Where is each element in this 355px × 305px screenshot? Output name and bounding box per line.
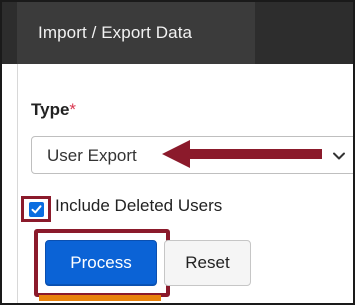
reset-button[interactable]: Reset bbox=[164, 240, 251, 286]
include-deleted-checkbox[interactable] bbox=[28, 201, 44, 217]
checkmark-icon bbox=[31, 204, 41, 213]
type-label-text: Type bbox=[31, 100, 70, 119]
type-field-label: Type* bbox=[31, 100, 76, 120]
checkbox-highlight bbox=[21, 196, 51, 222]
include-deleted-label[interactable]: Include Deleted Users bbox=[55, 196, 222, 216]
process-button[interactable]: Process bbox=[45, 240, 157, 286]
screenshot-frame: Import / Export Data Type* User Export I… bbox=[0, 0, 355, 305]
tab-label: Import / Export Data bbox=[38, 23, 193, 42]
left-arrow-icon bbox=[162, 140, 322, 168]
tab-import-export-data[interactable]: Import / Export Data bbox=[17, 2, 255, 64]
panel-left-border bbox=[17, 64, 18, 303]
header-bar: Import / Export Data bbox=[2, 2, 353, 64]
orange-accent-bar bbox=[39, 295, 161, 301]
type-select-value: User Export bbox=[47, 146, 137, 165]
required-asterisk: * bbox=[69, 100, 77, 119]
